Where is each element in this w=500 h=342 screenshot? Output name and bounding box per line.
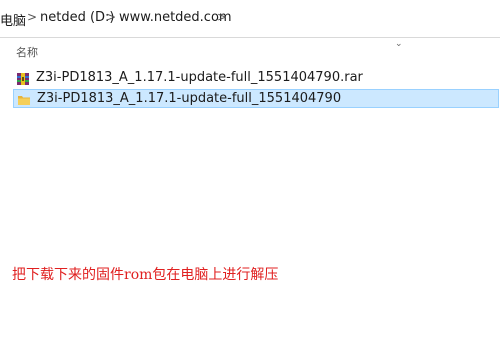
file-name[interactable]: Z3i-PD1813_A_1.17.1-update-full_15514047… xyxy=(36,70,363,85)
archive-icon xyxy=(16,71,30,85)
breadcrumb-separator-icon[interactable]: > xyxy=(27,10,37,24)
breadcrumb-drive[interactable]: netded (D:) xyxy=(40,10,115,25)
breadcrumb-separator-icon[interactable]: > xyxy=(106,10,116,24)
folder-row-selected[interactable]: Z3i-PD1813_A_1.17.1-update-full_15514047… xyxy=(13,89,499,108)
folder-name[interactable]: Z3i-PD1813_A_1.17.1-update-full_15514047… xyxy=(37,91,341,106)
chevron-down-icon[interactable]: ⌄ xyxy=(395,39,403,49)
breadcrumb-folder[interactable]: www.netded.com xyxy=(119,10,232,25)
instruction-annotation: 把下载下来的固件rom包在电脑上进行解压 xyxy=(12,267,279,283)
folder-icon xyxy=(17,92,31,106)
column-header-name[interactable]: 名称 xyxy=(16,44,38,60)
breadcrumb-separator-icon[interactable]: > xyxy=(217,10,227,24)
address-bar[interactable]: 电脑 > netded (D:) > www.netded.com > xyxy=(0,0,500,38)
breadcrumb-this-pc[interactable]: 电脑 xyxy=(0,10,26,29)
file-row[interactable]: Z3i-PD1813_A_1.17.1-update-full_15514047… xyxy=(13,69,499,88)
